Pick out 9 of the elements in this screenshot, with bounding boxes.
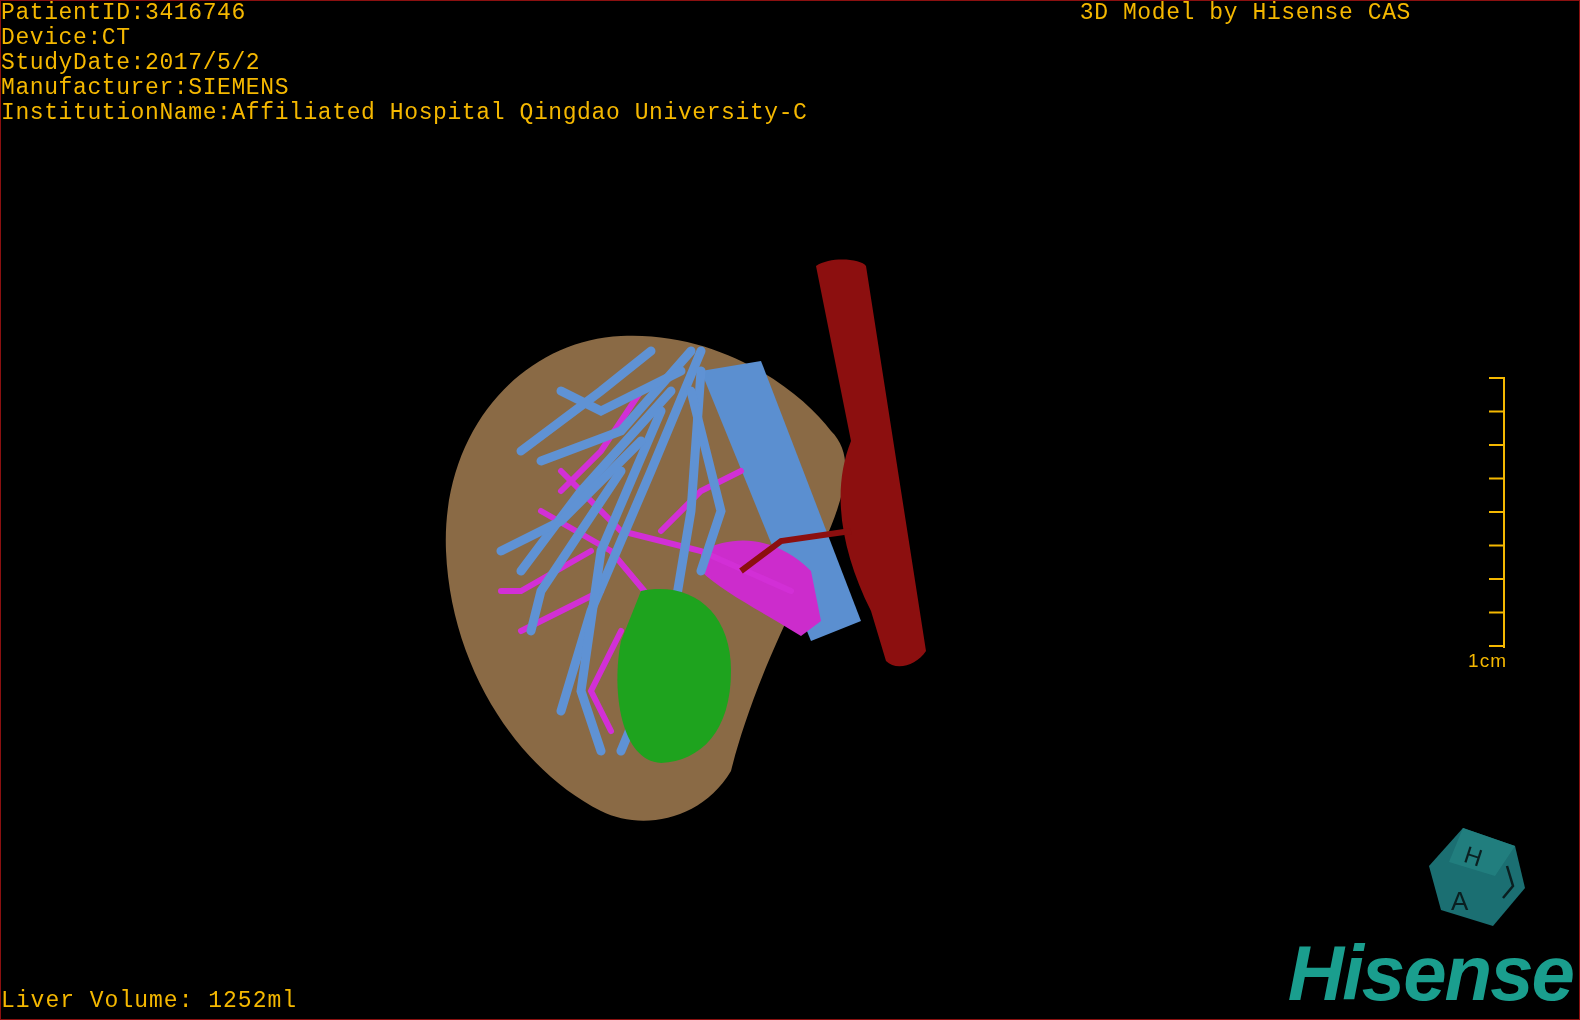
liver-volume-text: Liver Volume: 1252ml	[1, 988, 298, 1014]
study-info-text: Manufacturer:SIEMENS	[1, 76, 291, 101]
study-info-text: StudyDate:2017/5/2	[1, 51, 262, 76]
study-info-text: InstitutionName:Affiliated Hospital Qingdao University-C	[1, 101, 808, 126]
credit-text: 3D Model by Hisense CAS	[1079, 1, 1411, 26]
logo-text: Hisense	[1287, 938, 1573, 1008]
study-info-text: PatientID:3416746	[1, 1, 247, 26]
scale-label: 1cm	[1468, 650, 1507, 672]
study-info-text: Device:CT	[1, 26, 132, 51]
